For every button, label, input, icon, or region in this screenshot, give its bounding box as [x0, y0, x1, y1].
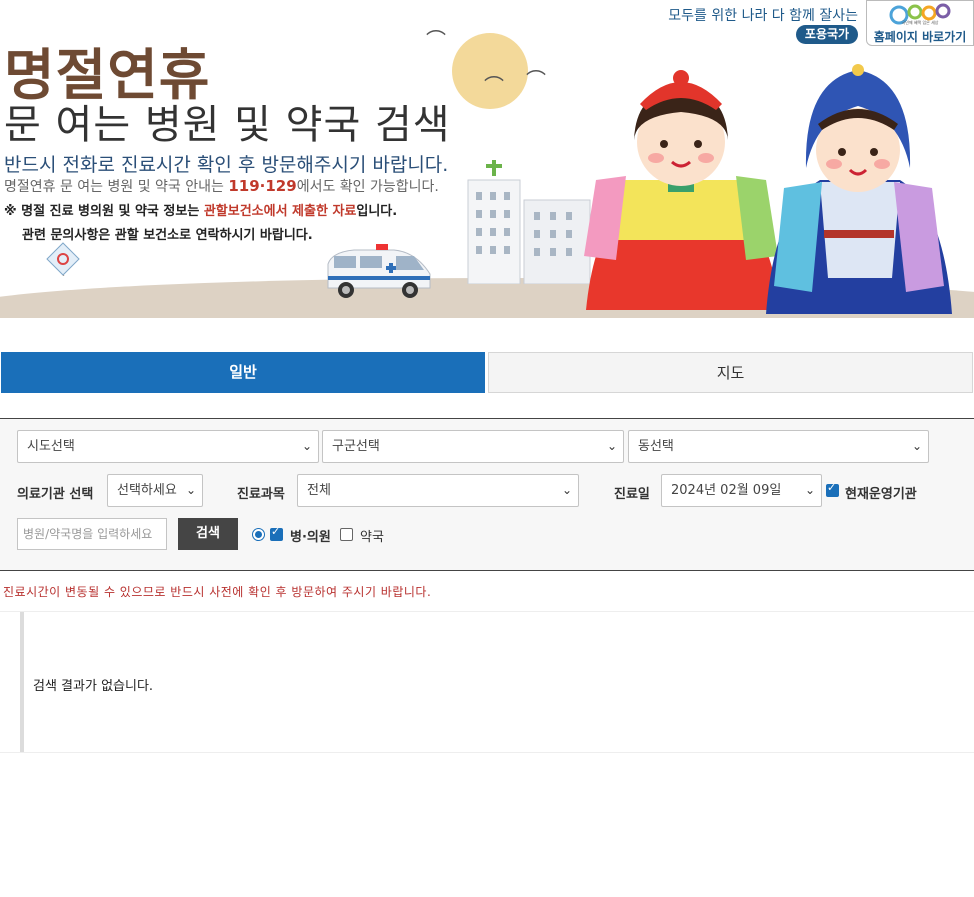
hotline-numbers: 119·129	[228, 177, 297, 195]
data-source-highlight: 관할보건소에서 제출한 자료	[203, 204, 357, 219]
government-tagline: 모두를 위한 나라 다 함께 잘사는	[668, 8, 858, 24]
name-search-input[interactable]: 병원/약국명을 입력하세요	[17, 518, 167, 550]
open-now-label[interactable]: 현재운영기관	[845, 483, 917, 502]
ambulance-icon	[327, 244, 431, 298]
hours-change-notice: 진료시간이 변동될 수 있으므로 반드시 사전에 확인 후 방문하여 주시기 바…	[3, 585, 432, 599]
data-source-notice: ※ 명절 진료 병의원 및 약국 정보는 관할보건소에서 제출한 자료입니다.	[4, 200, 397, 219]
pharmacy-checkbox[interactable]	[340, 528, 353, 541]
hotline-notice-text: 명절연휴 문 여는 병원 및 약국 안내는	[4, 179, 229, 195]
department-select-value: 전체	[307, 483, 331, 498]
hospital-label[interactable]: 병·의원	[290, 526, 331, 545]
tab-general[interactable]: 일반	[1, 352, 485, 393]
hero-banner: ⌒ ⌒ ⌒ 명절연휴 문 여는 병원 및 약국 검색 반드시 전화로 진료시간 …	[0, 0, 974, 318]
results-divider	[20, 612, 24, 752]
chevron-down-icon: ⌄	[561, 483, 572, 497]
institution-label: 의료기관 선택	[17, 487, 94, 502]
chevron-down-icon: ⌄	[301, 439, 312, 453]
call-notice: 반드시 전화로 진료시간 확인 후 방문해주시기 바랍니다.	[4, 154, 449, 176]
dong-select[interactable]: 동선택 ⌄	[628, 430, 929, 463]
crane-icon: ⌒	[426, 28, 446, 52]
data-source-text: ※ 명절 진료 병의원 및 약국 정보는	[4, 204, 204, 219]
date-select[interactable]: 2024년 02월 09일 ⌄	[661, 474, 822, 507]
egen-logo-icon: 국민께 혜택 입은 세상	[889, 3, 951, 25]
department-select[interactable]: 전체 ⌄	[297, 474, 579, 507]
inquiry-notice: 관련 문의사항은 관할 보건소로 연락하시기 바랍니다.	[22, 228, 313, 243]
svg-text:국민께 혜택 입은 세상: 국민께 혜택 입은 세상	[902, 19, 939, 25]
institution-select-value: 선택하세요	[117, 483, 177, 498]
gugun-select[interactable]: 구군선택 ⌄	[322, 430, 624, 463]
girl-hanbok-illustration	[584, 70, 781, 310]
search-button[interactable]: 검색	[178, 518, 238, 550]
chevron-down-icon: ⌄	[804, 483, 815, 497]
homepage-link-label: 홈페이지 바로가기	[873, 30, 967, 44]
sido-select-value: 시도선택	[27, 439, 75, 454]
homepage-link[interactable]: 국민께 혜택 입은 세상 홈페이지 바로가기	[866, 0, 974, 46]
hospital-checkbox[interactable]	[270, 525, 283, 541]
type-radio[interactable]	[252, 528, 265, 541]
date-label: 진료일	[614, 487, 650, 502]
kite-icon	[46, 242, 80, 276]
data-source-text: 입니다.	[356, 204, 398, 219]
open-now-checkbox[interactable]	[826, 481, 839, 497]
crane-icon: ⌒	[526, 68, 546, 92]
date-select-value: 2024년 02월 09일	[671, 483, 782, 498]
inclusive-nation-badge: 포용국가	[796, 25, 858, 44]
results-area: 검색 결과가 없습니다.	[0, 611, 974, 753]
chevron-down-icon: ⌄	[185, 483, 196, 497]
hotline-notice: 명절연휴 문 여는 병원 및 약국 안내는 119·129에서도 확인 가능합니…	[4, 176, 439, 196]
department-label: 진료과목	[237, 487, 285, 502]
gugun-select-value: 구군선택	[332, 439, 380, 454]
tab-map[interactable]: 지도	[488, 352, 973, 393]
search-panel: 시도선택 ⌄ 구군선택 ⌄ 동선택 ⌄ 의료기관 선택 선택하세요 ⌄ 진료과목 전체 ⌄…	[0, 418, 974, 571]
empty-results-message: 검색 결과가 없습니다.	[33, 679, 154, 694]
chevron-down-icon: ⌄	[911, 439, 922, 453]
pharmacy-label[interactable]: 약국	[360, 526, 384, 545]
sido-select[interactable]: 시도선택 ⌄	[17, 430, 319, 463]
hotline-notice-text: 에서도 확인 가능합니다.	[296, 179, 439, 195]
page-subtitle: 문 여는 병원 및 약국 검색	[4, 102, 451, 148]
boy-hanbok-illustration	[766, 64, 952, 314]
chevron-down-icon: ⌄	[606, 439, 617, 453]
institution-select[interactable]: 선택하세요 ⌄	[107, 474, 203, 507]
crane-icon: ⌒	[484, 74, 504, 98]
dong-select-value: 동선택	[638, 439, 674, 454]
